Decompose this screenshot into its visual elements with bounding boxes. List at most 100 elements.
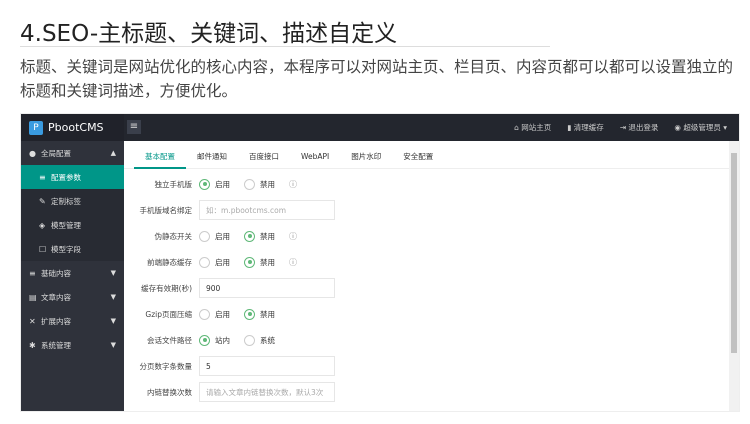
tab[interactable]: 百度接口 <box>238 141 290 169</box>
radio-icon <box>199 230 210 242</box>
sidebar-item-label: 基础内容 <box>41 268 71 278</box>
nav-label: 清理缓存 <box>573 123 604 132</box>
radio-label: 启用 <box>215 179 230 189</box>
tab[interactable]: WebAPI <box>290 141 340 169</box>
sliders-icon: ≡ <box>29 268 36 278</box>
radio-disable[interactable]: 禁用 <box>244 308 275 320</box>
radio-enable[interactable]: 启用 <box>199 308 230 320</box>
scrollbar[interactable] <box>729 141 739 411</box>
radio-disable[interactable]: 禁用 <box>244 178 275 190</box>
sidebar-item-label: 模型字段 <box>51 244 81 254</box>
radio-label: 禁用 <box>260 309 275 319</box>
nav-logout[interactable]: ⇥ 退出登录 <box>620 122 659 133</box>
chevron-icon: ▼ <box>110 293 116 301</box>
radio-enable[interactable]: 启用 <box>199 178 230 190</box>
sidebar-item[interactable]: ● 全局配置 ▲ <box>21 141 124 165</box>
field-label: 独立手机版 <box>154 179 193 189</box>
form-row-cache: 前端静态缓存 启用 禁用 ⓘ <box>124 249 729 275</box>
nav-label: 超级管理员 <box>683 123 721 132</box>
radio-enable[interactable]: 启用 <box>199 256 230 268</box>
tab[interactable]: 图片水印 <box>340 141 392 169</box>
radio-label: 启用 <box>215 231 230 241</box>
radio-enable[interactable]: 启用 <box>199 230 230 242</box>
info-icon[interactable]: ⓘ <box>289 257 297 268</box>
radio-label: 禁用 <box>260 231 275 241</box>
tab[interactable]: 邮件通知 <box>186 141 238 169</box>
form-row-rewrite: 伪静态开关 启用 禁用 ⓘ <box>124 223 729 249</box>
tab[interactable]: 基本配置 <box>134 141 186 169</box>
radio-checked-icon <box>244 308 255 320</box>
sidebar-item[interactable]: ✎ 定制标签 <box>21 189 124 213</box>
radio-disable[interactable]: 禁用 <box>244 230 275 242</box>
sidebar-item[interactable]: ☐ 模型字段 <box>21 237 124 261</box>
sidebar-item[interactable]: ≡ 配置参数 <box>21 165 124 189</box>
sidebar-item-label: 扩展内容 <box>41 316 71 326</box>
file-icon: ▤ <box>29 292 37 302</box>
sidebar-item[interactable]: ▤ 文章内容 ▼ <box>21 285 124 309</box>
radio-checked-icon <box>199 178 210 190</box>
page-heading: 4.SEO-主标题、关键词、描述自定义 <box>20 21 398 47</box>
nav-clear-cache[interactable]: ▮ 清理缓存 <box>567 122 604 133</box>
sidebar-item-label: 文章内容 <box>41 292 71 302</box>
edit-icon: ☐ <box>39 244 47 254</box>
chevron-icon: ▼ <box>110 317 116 325</box>
expand-icon: ✕ <box>29 316 36 326</box>
field-label: 分页数字条数量 <box>139 361 193 371</box>
radio-checked-icon <box>199 334 210 346</box>
radio-system[interactable]: 系统 <box>244 334 275 346</box>
link-replace-input[interactable] <box>199 382 335 402</box>
form-row-pagenum: 分页数字条数量 <box>124 353 729 379</box>
radio-label: 启用 <box>215 309 230 319</box>
sidebar-item[interactable]: ≡ 基础内容 ▼ <box>21 261 124 285</box>
description: 标题、关键词是网站优化的核心内容，本程序可以对网站主页、栏目页、内容页都可以都可… <box>20 58 734 100</box>
cube-icon: ◈ <box>39 220 46 230</box>
sidebar-item-label: 配置参数 <box>51 172 81 182</box>
mobile-domain-input[interactable] <box>199 200 335 220</box>
tab[interactable]: 安全配置 <box>392 141 444 169</box>
divider <box>20 46 550 47</box>
tabs: 基本配置 邮件通知 百度接口 WebAPI 图片水印 安全配置 <box>124 141 729 169</box>
radio-icon <box>199 308 210 320</box>
logo[interactable]: P PbootCMS <box>21 114 124 141</box>
sidebar-item[interactable]: ✱ 系统管理 ▼ <box>21 333 124 357</box>
radio-checked-icon <box>244 230 255 242</box>
main-content: 基本配置 邮件通知 百度接口 WebAPI 图片水印 安全配置 独立手机版 启用 禁用 ⓘ 手机… <box>124 141 729 411</box>
radio-icon <box>244 178 255 190</box>
scrollbar-thumb[interactable] <box>731 153 737 353</box>
nav-home[interactable]: ⌂ 网站主页 <box>514 122 551 133</box>
radio-icon <box>244 334 255 346</box>
radio-local[interactable]: 站内 <box>199 334 230 346</box>
form-row-gzip: Gzip页面压缩 启用 禁用 <box>124 301 729 327</box>
logo-text: PbootCMS <box>48 121 104 134</box>
radio-label: 禁用 <box>260 257 275 267</box>
form-row-link: 内链替换次数 <box>124 379 729 405</box>
field-label: 前端静态缓存 <box>147 257 192 267</box>
radio-disable[interactable]: 禁用 <box>244 256 275 268</box>
info-icon[interactable]: ⓘ <box>289 231 297 242</box>
page-number-input[interactable] <box>199 356 335 376</box>
radio-checked-icon <box>244 256 255 268</box>
chevron-icon: ▼ <box>110 269 116 277</box>
field-label: 内链替换次数 <box>147 387 192 397</box>
sidebar-item[interactable]: ◈ 模型管理 <box>21 213 124 237</box>
radio-label: 禁用 <box>260 179 275 189</box>
sidebar-item-label: 全局配置 <box>41 148 71 158</box>
nav-label: 退出登录 <box>628 123 659 132</box>
field-label: 手机版域名绑定 <box>139 205 193 215</box>
chevron-icon: ▲ <box>110 149 116 157</box>
info-icon[interactable]: ⓘ <box>289 179 297 190</box>
form-row-domain: 手机版域名绑定 <box>124 197 729 223</box>
logo-icon: P <box>29 120 43 135</box>
nav-user-menu[interactable]: ◉ 超级管理员 ▾ <box>674 122 727 133</box>
nav-label: 网站主页 <box>521 123 552 132</box>
sidebar-item[interactable]: ✕ 扩展内容 ▼ <box>21 309 124 333</box>
gear-icon: ✱ <box>29 340 36 350</box>
cache-time-input[interactable] <box>199 278 335 298</box>
sidebar: ● 全局配置 ▲ ≡ 配置参数 ✎ 定制标签 ◈ 模型管理 ☐ 模型字段 ≡ 基础内容 ▼ ▤ 文章内容 ▼ ✕ 扩… <box>21 141 124 411</box>
form-row-mobile: 独立手机版 启用 禁用 ⓘ <box>124 171 729 197</box>
radio-label: 启用 <box>215 257 230 267</box>
radio-label: 系统 <box>260 335 275 345</box>
menu-toggle-button[interactable]: ≡ <box>127 120 141 134</box>
field-label: 缓存有效期(秒) <box>141 283 192 293</box>
chevron-icon: ▼ <box>110 341 116 349</box>
